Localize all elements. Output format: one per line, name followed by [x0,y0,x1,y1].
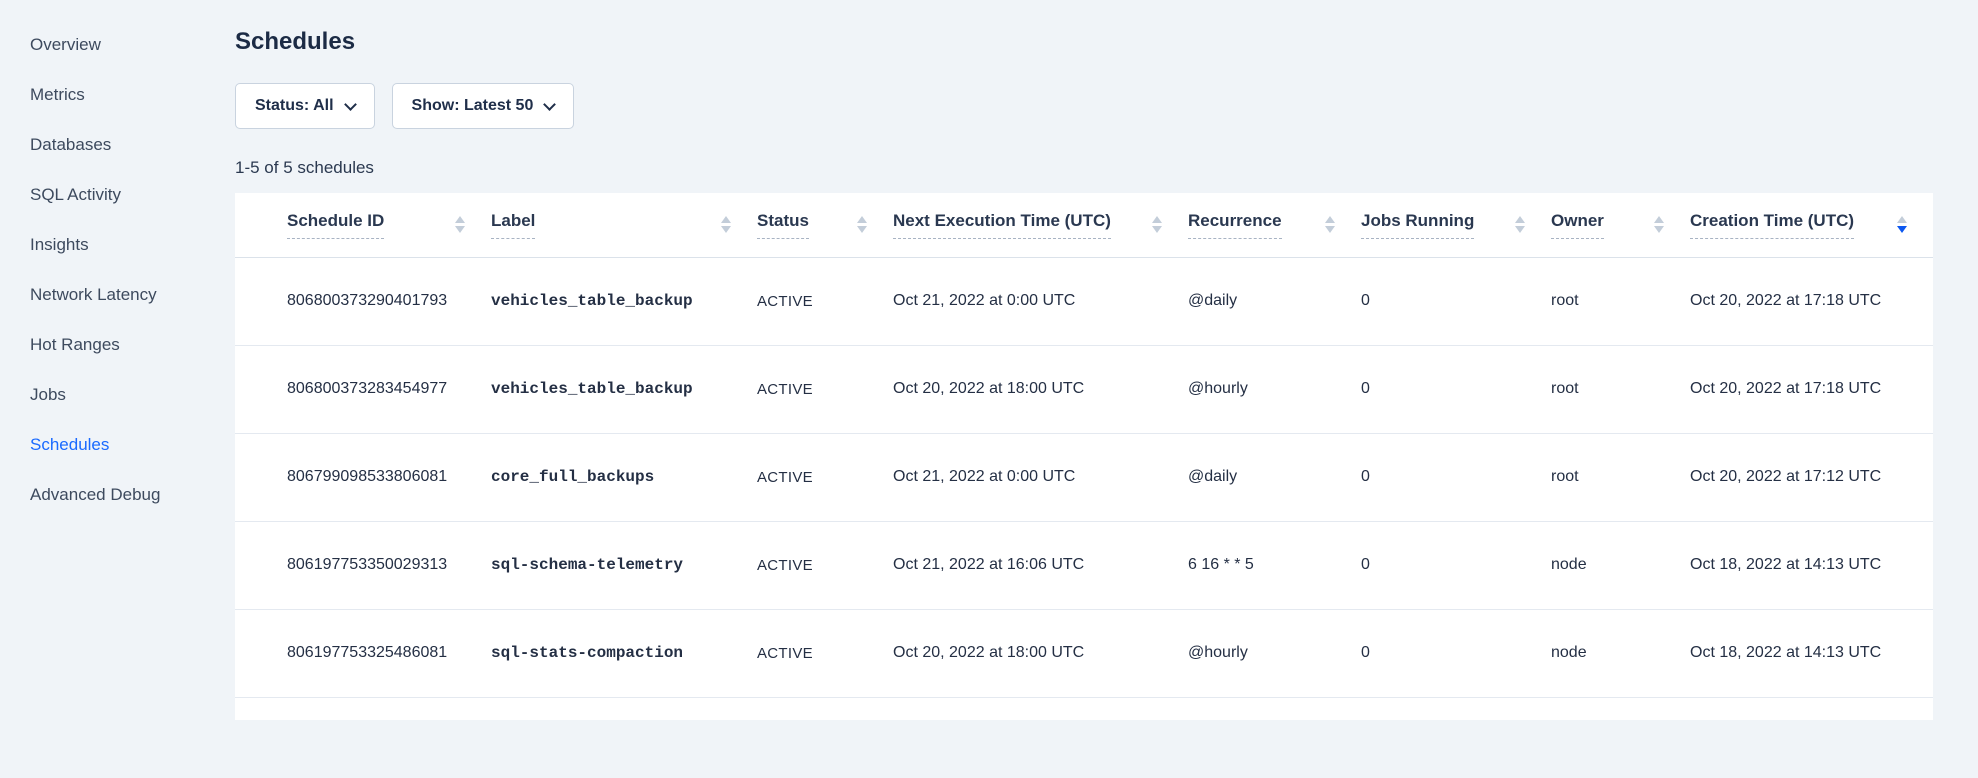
results-count: 1-5 of 5 schedules [235,158,1933,178]
sidebar-item-advanced-debug[interactable]: Advanced Debug [30,470,235,520]
sort-icon[interactable] [1515,216,1525,233]
cell-schedule-id: 806197753325486081 [235,609,491,697]
sidebar-item-hot-ranges[interactable]: Hot Ranges [30,320,235,370]
cell-owner: root [1551,345,1690,433]
column-header-schedule-id[interactable]: Schedule ID [235,193,491,257]
cell-next-execution: Oct 21, 2022 at 0:00 UTC [893,433,1188,521]
column-header-label[interactable]: Label [491,193,757,257]
cell-label: sql-stats-compaction [491,609,757,697]
cell-recurrence: @hourly [1188,345,1361,433]
schedules-table-card: Schedule ID Label Status Next Execution Tim… [235,193,1933,720]
status-filter-label: Status: All [255,97,334,115]
cell-next-execution: Oct 21, 2022 at 0:00 UTC [893,257,1188,345]
column-header-label: Recurrence [1188,211,1282,239]
cell-jobs-running: 0 [1361,345,1551,433]
cell-owner: node [1551,609,1690,697]
sort-icon[interactable] [1654,216,1664,233]
cell-creation-time: Oct 20, 2022 at 17:12 UTC [1690,433,1933,521]
cell-label: vehicles_table_backup [491,345,757,433]
sidebar-item-jobs[interactable]: Jobs [30,370,235,420]
column-header-label: Schedule ID [287,211,384,239]
cell-status: ACTIVE [757,521,893,609]
cell-schedule-id: 806800373290401793 [235,257,491,345]
chevron-down-icon [344,98,357,111]
cell-status: ACTIVE [757,345,893,433]
sort-icon[interactable] [455,216,465,233]
sort-icon[interactable] [857,216,867,233]
cell-next-execution: Oct 20, 2022 at 18:00 UTC [893,345,1188,433]
schedules-table: Schedule ID Label Status Next Execution Tim… [235,193,1933,698]
sidebar-nav: OverviewMetricsDatabasesSQL ActivityInsi… [0,0,235,778]
column-header-owner[interactable]: Owner [1551,193,1690,257]
cell-creation-time: Oct 18, 2022 at 14:13 UTC [1690,521,1933,609]
sidebar-item-metrics[interactable]: Metrics [30,70,235,120]
cell-jobs-running: 0 [1361,521,1551,609]
column-header-label: Jobs Running [1361,211,1474,239]
cell-label: vehicles_table_backup [491,257,757,345]
cell-creation-time: Oct 20, 2022 at 17:18 UTC [1690,257,1933,345]
chevron-down-icon [543,98,556,111]
column-header-recurrence[interactable]: Recurrence [1188,193,1361,257]
cell-jobs-running: 0 [1361,433,1551,521]
cell-jobs-running: 0 [1361,609,1551,697]
show-filter-label: Show: Latest 50 [412,97,534,115]
sidebar-item-network-latency[interactable]: Network Latency [30,270,235,320]
column-header-next-execution-time-utc[interactable]: Next Execution Time (UTC) [893,193,1188,257]
table-row[interactable]: 806800373283454977vehicles_table_backupA… [235,345,1933,433]
filters-row: Status: All Show: Latest 50 [235,83,1933,129]
cell-recurrence: 6 16 * * 5 [1188,521,1361,609]
cell-status: ACTIVE [757,609,893,697]
column-header-label: Creation Time (UTC) [1690,211,1854,239]
cell-recurrence: @daily [1188,257,1361,345]
cell-jobs-running: 0 [1361,257,1551,345]
sidebar-item-sql-activity[interactable]: SQL Activity [30,170,235,220]
table-row[interactable]: 806799098533806081core_full_backupsACTIV… [235,433,1933,521]
column-header-label: Status [757,211,809,239]
status-filter-dropdown[interactable]: Status: All [235,83,375,129]
cell-next-execution: Oct 21, 2022 at 16:06 UTC [893,521,1188,609]
cell-creation-time: Oct 20, 2022 at 17:18 UTC [1690,345,1933,433]
sort-icon[interactable] [1897,216,1907,233]
cell-owner: root [1551,257,1690,345]
cell-recurrence: @hourly [1188,609,1361,697]
table-body: 806800373290401793vehicles_table_backupA… [235,257,1933,697]
show-filter-dropdown[interactable]: Show: Latest 50 [392,83,575,129]
column-header-label: Owner [1551,211,1604,239]
cell-label: core_full_backups [491,433,757,521]
column-header-label: Label [491,211,535,239]
column-header-status[interactable]: Status [757,193,893,257]
cell-recurrence: @daily [1188,433,1361,521]
schedules-page: { "sidebar": { "items": [ { "label": "Ov… [0,0,1978,778]
sidebar-item-databases[interactable]: Databases [30,120,235,170]
cell-status: ACTIVE [757,433,893,521]
sort-icon[interactable] [1325,216,1335,233]
cell-schedule-id: 806799098533806081 [235,433,491,521]
table-row[interactable]: 806197753325486081sql-stats-compactionAC… [235,609,1933,697]
sort-icon[interactable] [1152,216,1162,233]
cell-label: sql-schema-telemetry [491,521,757,609]
cell-next-execution: Oct 20, 2022 at 18:00 UTC [893,609,1188,697]
cell-owner: node [1551,521,1690,609]
sort-icon[interactable] [721,216,731,233]
table-row[interactable]: 806800373290401793vehicles_table_backupA… [235,257,1933,345]
cell-creation-time: Oct 18, 2022 at 14:13 UTC [1690,609,1933,697]
main-content: Schedules Status: All Show: Latest 50 1-… [235,0,1933,720]
column-header-label: Next Execution Time (UTC) [893,211,1111,239]
cell-owner: root [1551,433,1690,521]
table-row[interactable]: 806197753350029313sql-schema-telemetryAC… [235,521,1933,609]
cell-schedule-id: 806800373283454977 [235,345,491,433]
page-title: Schedules [235,28,1933,56]
table-header-row: Schedule ID Label Status Next Execution Tim… [235,193,1933,257]
sidebar-item-overview[interactable]: Overview [30,20,235,70]
sidebar-item-schedules[interactable]: Schedules [30,420,235,470]
column-header-jobs-running[interactable]: Jobs Running [1361,193,1551,257]
cell-schedule-id: 806197753350029313 [235,521,491,609]
cell-status: ACTIVE [757,257,893,345]
sidebar-item-insights[interactable]: Insights [30,220,235,270]
column-header-creation-time-utc[interactable]: Creation Time (UTC) [1690,193,1933,257]
